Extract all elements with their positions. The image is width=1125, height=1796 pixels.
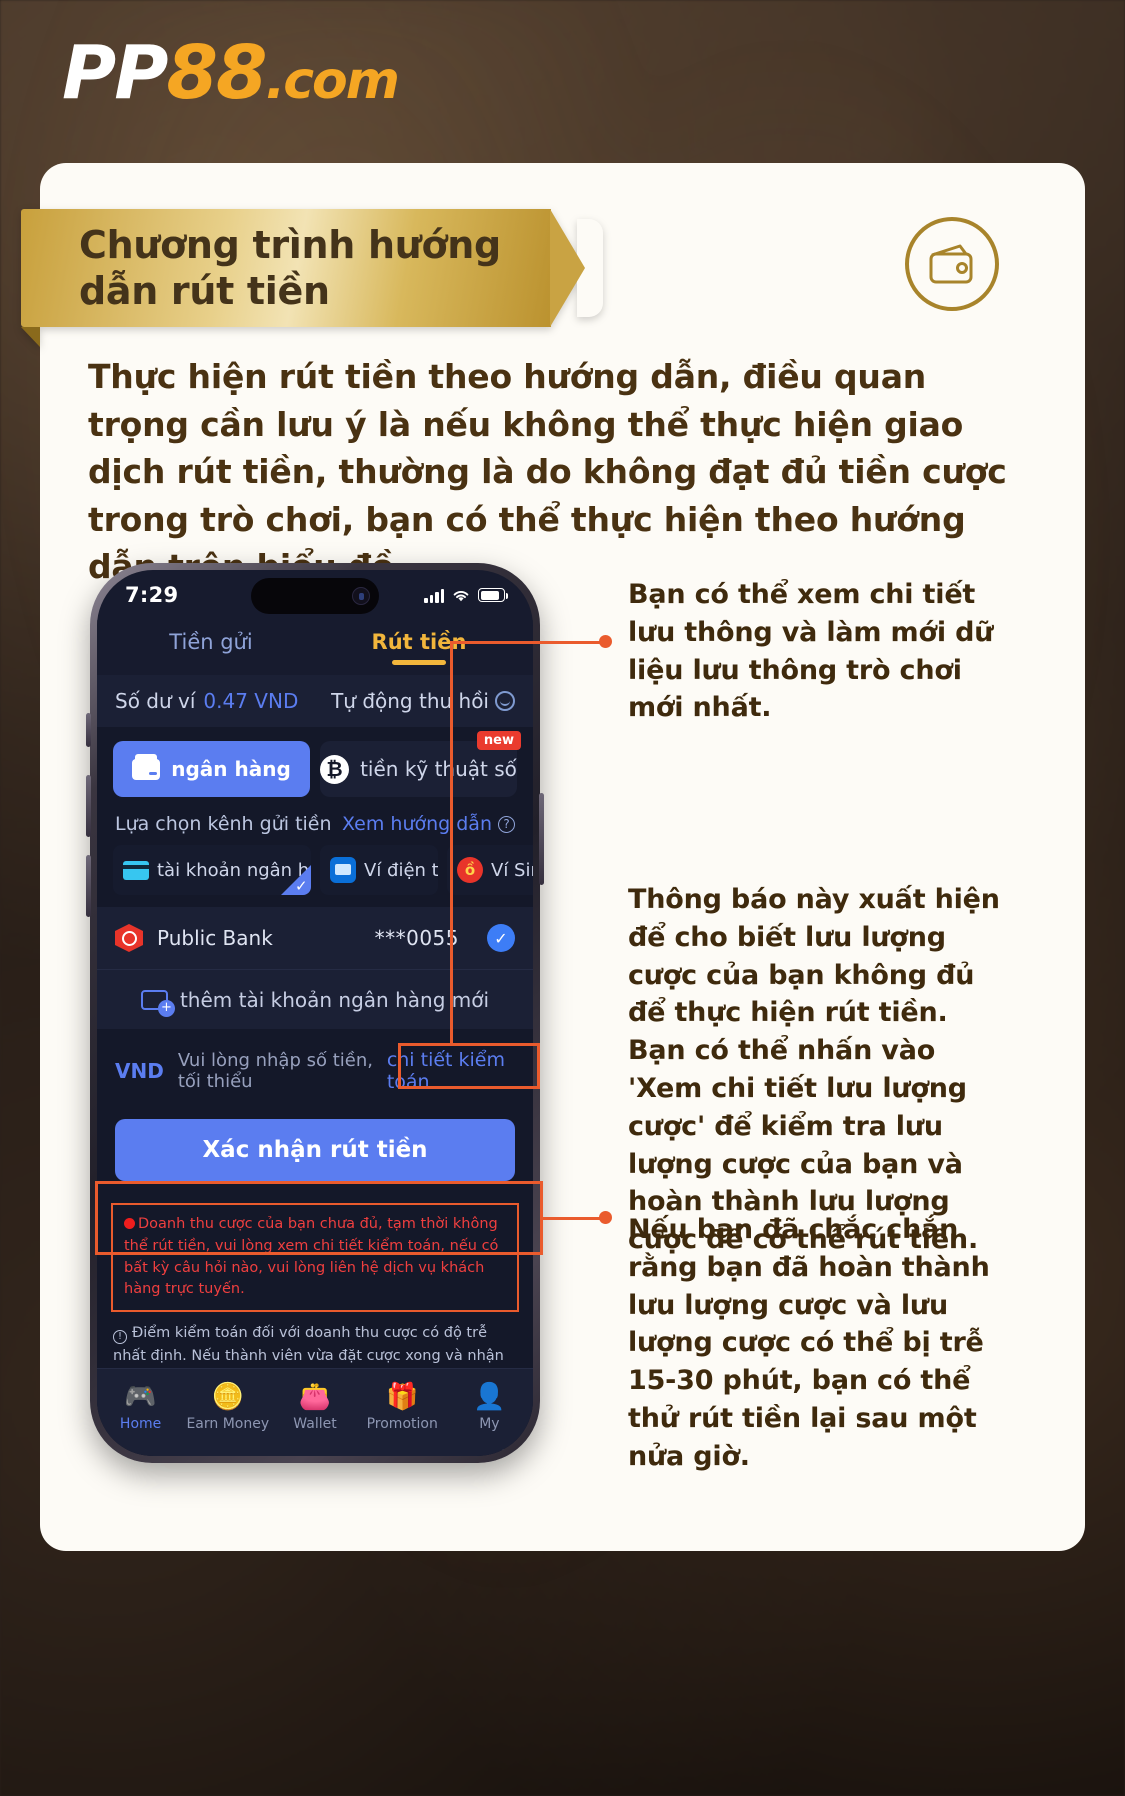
tabbar-home[interactable]: 🎮 Home (97, 1384, 184, 1432)
logo-text-number: 88 (166, 30, 267, 116)
chip-bank-account[interactable]: tài khoản ngân hàng ✓ (113, 845, 311, 895)
auto-recycle-label: Tự động thu hồi (331, 689, 489, 713)
check-icon: ✓ (281, 865, 311, 895)
wallet-icon (132, 753, 161, 780)
person-icon: 👤 (473, 1381, 506, 1412)
amount-input[interactable]: Vui lòng nhập số tiền, tối thiểu (178, 1050, 383, 1092)
info-icon: ! (113, 1330, 127, 1344)
bank-card-icon (123, 860, 149, 880)
check-circle-icon: ✓ (487, 924, 515, 952)
wallet-icon (905, 217, 999, 311)
logo-text-suffix: .com (265, 51, 399, 111)
tabbar-wallet-label: Wallet (293, 1415, 337, 1432)
bank-account-row[interactable]: Public Bank ***0055 ✓ (97, 907, 533, 969)
section-banner: Chương trình hướng dẫn rút tiền (21, 209, 603, 347)
phone-silent-switch (86, 713, 91, 747)
warning-highlight (95, 1181, 543, 1255)
auto-recycle-toggle[interactable]: Tự động thu hồi (331, 689, 515, 713)
dynamic-island (251, 578, 379, 614)
phone-mockup: 7:29 Tiền gửi Rút tiền Số dư ví 0.47 VND… (86, 563, 544, 1463)
connector-dot-1 (599, 635, 612, 648)
chip-ewallet-label: Ví điện tử (364, 859, 438, 881)
ewallet-icon (330, 857, 356, 883)
question-icon: ? (498, 815, 515, 833)
battery-icon (478, 588, 508, 602)
connector-line-vertical (450, 641, 453, 1045)
page-title-line2: dẫn rút tiền (79, 269, 330, 313)
callout-2: Thông báo này xuất hiện để cho biết lưu … (628, 884, 1000, 1256)
tab-deposit[interactable]: Tiền gửi (107, 630, 315, 656)
page-title: Chương trình hướng dẫn rút tiền (79, 222, 501, 315)
tabbar-home-label: Home (119, 1415, 162, 1432)
chip-sinh-loi-label: Ví Sinh Lời (491, 859, 533, 881)
method-bank[interactable]: ngân hàng (113, 741, 310, 797)
chip-sinh-loi[interactable]: ồ Ví Sinh Lời (447, 845, 533, 895)
connector-dot-2 (599, 1211, 612, 1224)
gamepad-icon: 🎮 (124, 1381, 157, 1412)
gift-icon: 🎁 (386, 1381, 419, 1412)
status-time: 7:29 (125, 583, 179, 607)
phone-volume-down (86, 855, 91, 917)
audit-button-highlight (398, 1043, 540, 1089)
confirm-withdraw-button[interactable]: Xác nhận rút tiền (115, 1119, 515, 1181)
channel-label: Lựa chọn kênh gửi tiền (115, 813, 332, 835)
logo-text-white: PP (62, 30, 168, 116)
wallet-glyph (929, 244, 973, 284)
tabbar-promotion[interactable]: 🎁 Promotion (359, 1384, 446, 1432)
status-bar: 7:29 (97, 570, 533, 620)
wallet-icon: 👛 (298, 1381, 332, 1412)
view-guide-link[interactable]: Xem hướng dẫn ? (342, 813, 515, 835)
add-bank-account-button[interactable]: thêm tài khoản ngân hàng mới (97, 969, 533, 1029)
balance-label: Số dư ví (115, 689, 196, 713)
view-guide-label: Xem hướng dẫn (342, 813, 492, 835)
coins-icon: 🪙 (211, 1381, 244, 1412)
tabbar-earn-money[interactable]: 🪙 Earn Money (184, 1384, 271, 1432)
public-bank-logo-icon (115, 924, 143, 952)
tabbar-my-label: My (479, 1415, 500, 1432)
method-crypto-label: tiền kỹ thuật số (360, 757, 517, 781)
method-selector[interactable]: ngân hàng ₿ tiền kỹ thuật số new (97, 727, 533, 805)
method-crypto[interactable]: ₿ tiền kỹ thuật số new (320, 731, 521, 797)
tabbar-promotion-label: Promotion (366, 1415, 438, 1432)
channel-chips[interactable]: tài khoản ngân hàng ✓ Ví điện tử ồ Ví Si… (97, 841, 533, 907)
intro-paragraph: Thực hiện rút tiền theo hướng dẫn, điều … (88, 357, 1007, 587)
callout-1: Bạn có thể xem chi tiết lưu thông và làm… (628, 579, 994, 724)
tabbar-my[interactable]: 👤 My (446, 1384, 533, 1432)
signal-bars-icon (424, 588, 444, 603)
page-title-line1: Chương trình hướng (79, 222, 501, 267)
callout-3: Nếu bạn đã chắc chắn rằng bạn đã hoàn th… (628, 1214, 990, 1472)
phone-volume-up (86, 775, 91, 837)
wifi-icon (453, 590, 469, 601)
balance-row: Số dư ví 0.47 VND Tự động thu hồi (97, 675, 533, 727)
brand-logo: PP88.com (62, 36, 400, 111)
sinh-loi-icon: ồ (457, 857, 483, 883)
currency-label: VND (115, 1059, 164, 1083)
channel-label-row: Lựa chọn kênh gửi tiền Xem hướng dẫn ? (97, 805, 533, 841)
method-bank-label: ngân hàng (171, 757, 291, 781)
tabbar-wallet[interactable]: 👛 Wallet (271, 1384, 358, 1432)
connector-line-horizontal-1 (450, 641, 605, 644)
status-indicators (424, 588, 508, 603)
ribbon-notch (577, 219, 603, 317)
bottom-tabbar[interactable]: 🎮 Home 🪙 Earn Money 👛 Wallet 🎁 Promotion (97, 1368, 533, 1456)
connector-line-horizontal-2 (543, 1217, 605, 1220)
bank-account-number: ***0055 (374, 926, 459, 950)
chip-ewallet[interactable]: Ví điện tử (320, 845, 438, 895)
content-card: Chương trình hướng dẫn rút tiền Thực hiệ… (21, 163, 1085, 1551)
phone-screen: 7:29 Tiền gửi Rút tiền Số dư ví 0.47 VND… (97, 570, 533, 1456)
add-card-icon (140, 989, 175, 1017)
front-camera-icon (352, 587, 370, 605)
phone-power-button (539, 793, 544, 885)
bitcoin-icon: ₿ (320, 754, 350, 784)
add-bank-account-label: thêm tài khoản ngân hàng mới (179, 987, 490, 1012)
new-badge: new (476, 731, 521, 750)
balance-amount: 0.47 VND (203, 689, 299, 713)
recycle-icon (495, 691, 515, 711)
bank-name: Public Bank (157, 926, 273, 950)
tabbar-earn-money-label: Earn Money (186, 1415, 270, 1432)
